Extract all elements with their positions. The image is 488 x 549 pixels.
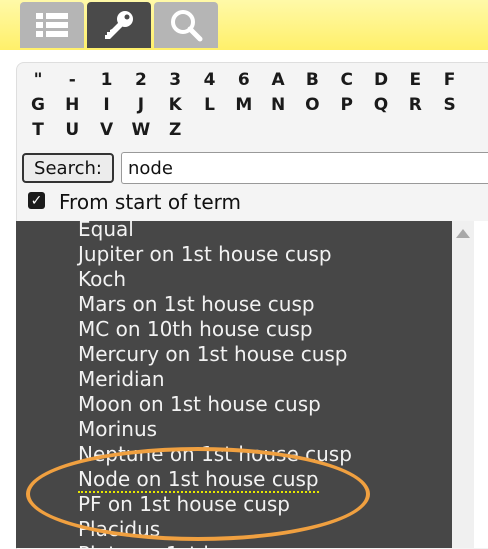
alphabet-letter-link[interactable]: G [28, 95, 48, 115]
alphabet-letter-link[interactable]: C [337, 70, 357, 90]
result-item[interactable]: Morinus [78, 417, 157, 442]
alphabet-row: TUVWZ [28, 120, 468, 144]
result-item[interactable]: Jupiter on 1st house cusp [78, 242, 332, 267]
alphabet-letter-link[interactable]: 4 [200, 70, 220, 90]
result-item[interactable]: Meridian [78, 367, 165, 392]
top-toolbar [0, 0, 488, 50]
alphabet-letter-link[interactable]: J [131, 95, 151, 115]
result-item[interactable]: Pluto on 1st house cusp [78, 542, 317, 548]
alphabet-letter-link[interactable]: D [371, 70, 391, 90]
result-item[interactable]: Mars on 1st house cusp [78, 292, 315, 317]
alphabet-letter-link[interactable]: O [302, 95, 322, 115]
tab-list[interactable] [20, 2, 84, 48]
result-item[interactable]: Moon on 1st house cusp [78, 392, 321, 417]
key-icon [105, 11, 133, 39]
tab-search[interactable] [154, 2, 218, 48]
search-input[interactable] [121, 152, 488, 184]
result-item[interactable]: Koch [78, 267, 126, 292]
alphabet-letter-link[interactable]: N [268, 95, 288, 115]
alphabet-letter-link[interactable]: S [440, 95, 460, 115]
alphabet-letter-link[interactable]: R [405, 95, 425, 115]
alphabet-letter-link[interactable]: P [337, 95, 357, 115]
alphabet-row: GHIJKLMNOPQRS [28, 95, 468, 119]
alphabet-letter-link[interactable]: " [28, 70, 48, 90]
result-item[interactable]: MC on 10th house cusp [78, 317, 313, 342]
alphabet-letter-link[interactable]: K [165, 95, 185, 115]
alphabet-letter-link[interactable]: Q [371, 95, 391, 115]
alphabet-letter-link[interactable]: W [131, 120, 151, 140]
alphabet-row: " -1 2 3 4 6 A B C D E F [28, 70, 468, 94]
alphabet-letter-link[interactable]: - [62, 70, 82, 90]
scroll-up-arrow-icon[interactable] [456, 229, 470, 238]
result-item-selected[interactable]: Node on 1st house cusp [78, 467, 319, 493]
alphabet-letter-link[interactable]: A [268, 70, 288, 90]
alphabet-letter-link[interactable]: B [302, 70, 322, 90]
result-item[interactable]: Mercury on 1st house cusp [78, 342, 348, 367]
alphabet-letter-link[interactable]: H [62, 95, 82, 115]
results-scrollbar[interactable] [452, 221, 474, 548]
result-item[interactable]: Equal [78, 221, 134, 242]
alphabet-letter-link[interactable]: 1 [97, 70, 117, 90]
right-edge [474, 221, 488, 548]
alphabet-letter-link[interactable]: F [440, 70, 460, 90]
results-list[interactable]: Equal Jupiter on 1st house cusp Koch Mars o… [16, 221, 452, 548]
alphabet-letter-link[interactable]: L [200, 95, 220, 115]
magnifier-icon [171, 10, 203, 42]
alphabet-letter-link[interactable]: U [62, 120, 82, 140]
alphabet-letter-link[interactable]: Z [165, 120, 185, 140]
alphabet-letter-link[interactable]: 6 [234, 70, 254, 90]
alphabet-letter-link[interactable]: 2 [131, 70, 151, 90]
alphabet-letter-link[interactable]: V [97, 120, 117, 140]
tab-index[interactable] [87, 2, 151, 48]
alphabet-letter-link[interactable]: 3 [165, 70, 185, 90]
from-start-label: From start of term [59, 190, 241, 214]
search-button[interactable]: Search: [22, 153, 114, 183]
alphabet-letter-link[interactable]: M [234, 95, 254, 115]
alphabet-letter-link[interactable]: E [405, 70, 425, 90]
result-item[interactable]: PF on 1st house cusp [78, 492, 290, 517]
result-item[interactable]: Neptune on 1st house cusp [78, 442, 352, 467]
list-icon [36, 13, 68, 37]
result-item[interactable]: Placidus [78, 517, 160, 542]
alphabet-letter-link[interactable]: I [97, 95, 117, 115]
from-start-checkbox[interactable]: ✓ [28, 192, 45, 209]
alphabet-letter-link[interactable]: T [28, 120, 48, 140]
